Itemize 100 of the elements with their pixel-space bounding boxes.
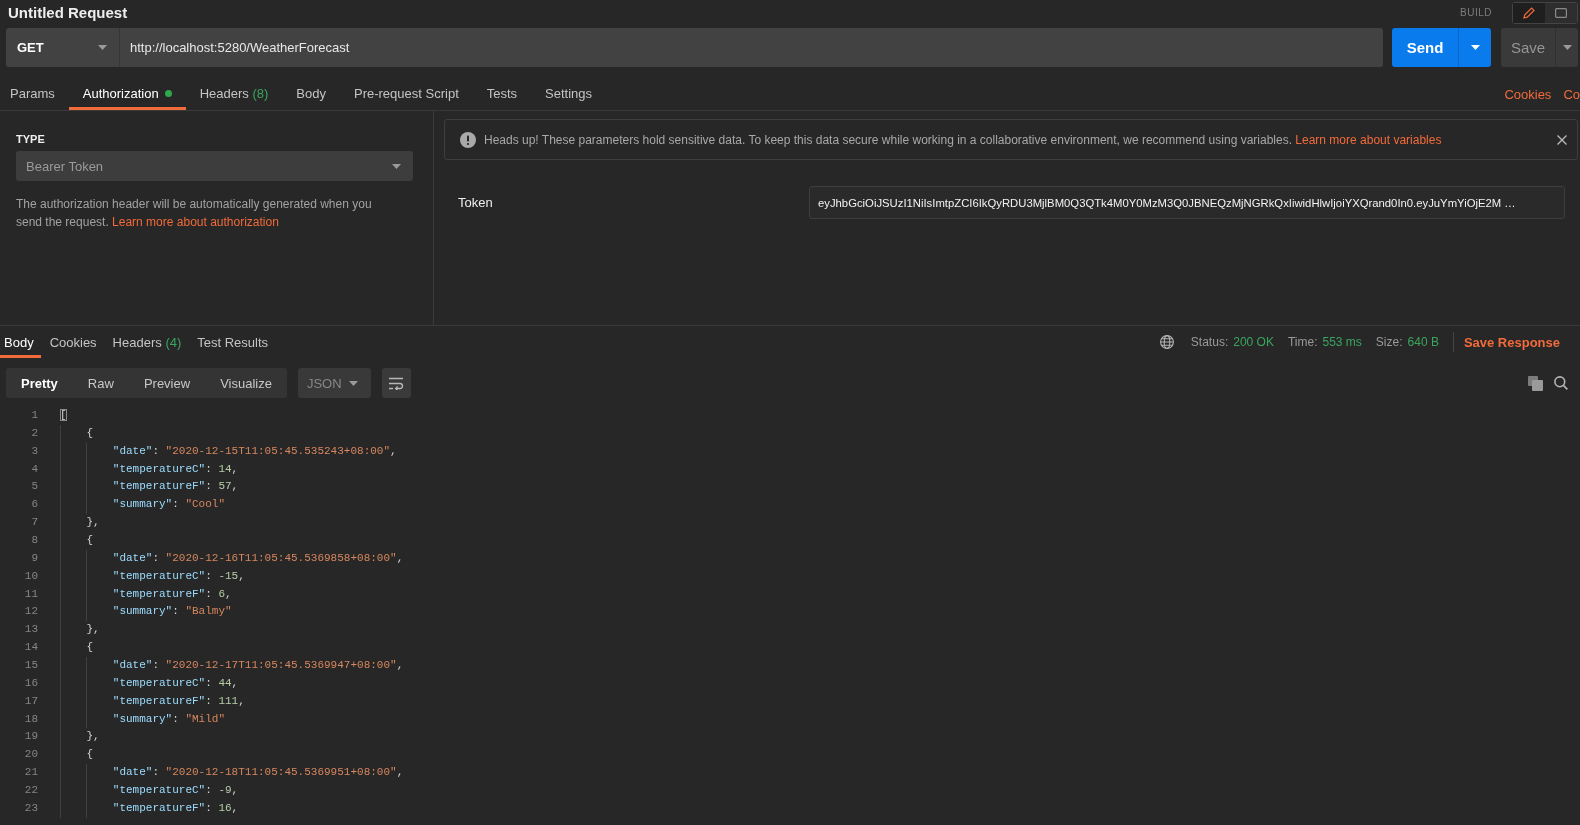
view-tab[interactable]: Preview — [128, 368, 206, 398]
code-line: "summary": "Mild" — [112, 711, 226, 727]
wrap-icon — [388, 376, 405, 390]
line-number: 16 — [23, 675, 38, 691]
caret-icon — [98, 45, 107, 50]
edit-mode-button[interactable] — [1513, 3, 1545, 23]
line-number: 11 — [23, 586, 38, 602]
line-number: 9 — [30, 550, 38, 566]
code-line: }, — [86, 729, 101, 745]
request-tab[interactable]: Tests — [472, 77, 532, 110]
auth-type-dropdown[interactable]: Bearer Token — [16, 151, 413, 181]
code-line: "temperatureC": 14, — [112, 461, 240, 477]
auth-description: The authorization header will be automatically generated when you send the request. Learn more about authorization — [16, 196, 373, 231]
pencil-icon — [1523, 7, 1535, 19]
line-number: 18 — [23, 711, 38, 727]
text-field[interactable]: eyJhbGciOiJSUzI1NiIsImtpZCI6IkQyRDU3MjlBM0Q3QTk4M0Y0MzM3Q0JBNEQzMjNGRkQxIiwidHlwIjoiYXQrand0In0.eyJuYmYiOjE2M … — [809, 186, 1565, 219]
meta-value: 640 B — [1407, 334, 1439, 351]
line-number: 3 — [30, 443, 38, 459]
code-line: }, — [86, 622, 101, 638]
meta-label: Status: — [1190, 334, 1229, 351]
close-icon — [1557, 134, 1567, 145]
notice-text: Heads up! These parameters hold sensitive data. To keep this data secure while working in a collaborative environment, we recommend using variables. Learn more about variables — [484, 132, 1443, 147]
response-tab[interactable]: Body — [0, 326, 41, 358]
learn-more-link[interactable]: Learn more about variables — [1295, 132, 1442, 147]
code-line: "date": "2020-12-18T11:05:45.5369951+08:00", — [112, 765, 404, 781]
caret-icon — [348, 380, 358, 386]
window-title: Untitled Request — [8, 4, 128, 21]
caret-icon — [1562, 45, 1572, 50]
code-line: { — [86, 425, 94, 441]
save-response-button[interactable]: Save Response — [1463, 326, 1580, 358]
code-line: { — [86, 747, 94, 763]
line-number: 1 — [30, 408, 38, 423]
warning-icon — [460, 131, 476, 148]
line-number: 2 — [30, 425, 38, 441]
code-line: "date": "2020-12-17T11:05:45.5369947+08:00", — [112, 658, 404, 674]
wrap-button[interactable] — [381, 368, 411, 398]
url-field[interactable]: http://localhost:5280/WeatherForecast — [120, 28, 1383, 67]
meta-label: Size: — [1375, 334, 1403, 351]
line-number: 17 — [23, 693, 38, 709]
search-icon[interactable] — [1554, 376, 1568, 390]
copy-icon[interactable] — [1528, 375, 1543, 391]
meta-value: 200 OK — [1233, 334, 1274, 351]
meta-label: Time: — [1287, 334, 1318, 351]
line-number: 23 — [23, 800, 38, 816]
caret-icon — [1470, 45, 1480, 50]
code-line: "temperatureC": -9, — [112, 783, 240, 799]
code-line: [ — [60, 408, 68, 423]
code-line: "temperatureF": 16, — [112, 800, 240, 816]
panel-icon — [1555, 8, 1567, 18]
line-number: 15 — [23, 658, 38, 674]
code-line: "temperatureC": 44, — [112, 675, 240, 691]
line-number: 4 — [30, 461, 38, 477]
code-line: { — [86, 640, 94, 656]
code-line: { — [86, 533, 94, 548]
code-line: "date": "2020-12-15T11:05:45.535243+08:00", — [112, 443, 398, 459]
line-number: 21 — [23, 765, 38, 781]
type-label: TYPE — [16, 133, 46, 145]
tab-bar-link[interactable]: Co — [1563, 77, 1580, 110]
code-line: "temperatureF": 6, — [112, 586, 233, 602]
line-number: 13 — [23, 622, 38, 638]
code-line: "temperatureF": 111, — [112, 693, 246, 709]
meta-value: 553 ms — [1322, 334, 1362, 351]
code-line: "date": "2020-12-16T11:05:45.5369858+08:00", — [112, 550, 404, 566]
code-line: "temperatureF": 57, — [112, 479, 240, 495]
close-button[interactable] — [1555, 132, 1569, 147]
mode-label: BUILD — [1460, 7, 1492, 18]
view-tab[interactable]: Raw — [72, 368, 129, 398]
line-number: 10 — [23, 568, 38, 584]
line-number: 22 — [23, 783, 38, 799]
tab-bar-link[interactable]: Cookies — [1504, 77, 1552, 110]
code-line: "summary": "Balmy" — [112, 604, 233, 620]
response-tab[interactable]: Cookies — [42, 326, 104, 358]
line-number: 7 — [30, 515, 38, 531]
save-button[interactable]: Save — [1501, 28, 1555, 67]
response-tab[interactable]: Headers (4) — [105, 326, 189, 358]
save-options-button[interactable] — [1555, 28, 1578, 67]
line-number: 6 — [30, 497, 38, 513]
request-tab[interactable]: Params — [0, 77, 69, 110]
view-tab[interactable]: Pretty — [6, 368, 73, 398]
request-tab[interactable]: Body — [282, 77, 340, 110]
send-button[interactable]: Send — [1392, 28, 1458, 67]
line-number: 19 — [23, 729, 38, 745]
request-tab[interactable]: Settings — [531, 77, 607, 110]
learn-more-link[interactable]: Learn more about authorization — [112, 215, 279, 229]
line-number: 12 — [23, 604, 38, 620]
request-tab[interactable]: Headers (8) — [185, 77, 283, 110]
line-number: 8 — [30, 533, 38, 548]
line-number: 14 — [23, 640, 38, 656]
field-label: Token — [458, 195, 494, 210]
response-tab[interactable]: Test Results — [190, 326, 276, 358]
request-tab[interactable]: Pre-request Script — [340, 77, 473, 110]
code-line: "summary": "Cool" — [112, 497, 226, 513]
caret-icon — [392, 163, 401, 169]
globe-icon[interactable] — [1159, 335, 1174, 349]
code-line: "temperatureC": -15, — [112, 568, 246, 584]
line-number: 20 — [23, 747, 38, 763]
code-line: }, — [86, 515, 101, 531]
view-tab[interactable]: Visualize — [205, 368, 287, 398]
request-tab[interactable]: Authorization — [68, 77, 186, 110]
method-dropdown[interactable]: GET — [6, 28, 120, 67]
